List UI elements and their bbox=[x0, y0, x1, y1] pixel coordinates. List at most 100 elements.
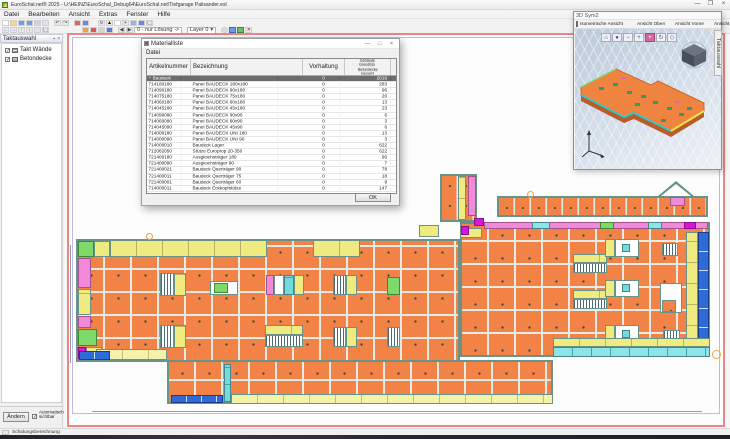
crosshair-icon[interactable]: + bbox=[122, 20, 129, 26]
filler-panel-row bbox=[231, 394, 553, 404]
edge-panel-magenta bbox=[474, 218, 484, 226]
close-button[interactable]: × bbox=[717, 0, 730, 9]
table-cell: 721400011 bbox=[147, 174, 181, 178]
stair-opening bbox=[333, 275, 346, 295]
isometric-view-button[interactable]: Isometrische Ansicht bbox=[580, 22, 623, 27]
dialog-maximize-button[interactable]: □ bbox=[374, 41, 385, 47]
table-row[interactable]: 714000011Baudeck Eckkopfstütze0147 bbox=[147, 186, 396, 192]
ok-button[interactable]: OK bbox=[355, 193, 391, 202]
edge-strip-blue bbox=[698, 232, 709, 347]
close-icon[interactable]: × bbox=[57, 36, 60, 42]
pan-down-icon[interactable]: ↓ bbox=[26, 27, 33, 33]
pan-right-icon[interactable]: → bbox=[10, 27, 17, 33]
zoom-all-icon[interactable]: ◯ bbox=[42, 27, 49, 33]
opening-panel-orange bbox=[662, 300, 676, 312]
3d-panel-title: 3D Sym2 bbox=[574, 12, 721, 20]
3d-viewport[interactable]: ⌂ ● − + + ↻ ◇ bbox=[575, 29, 721, 169]
zoom-icon[interactable]: ◯ bbox=[146, 20, 153, 26]
format-paint-blue-icon[interactable] bbox=[82, 20, 89, 26]
filler-panel-row bbox=[110, 240, 267, 257]
change-button[interactable]: Ändern bbox=[3, 412, 29, 422]
pan-left-icon[interactable]: ← bbox=[2, 27, 9, 33]
layers-icon[interactable] bbox=[138, 20, 145, 26]
dialog-close-button[interactable]: × bbox=[386, 41, 397, 47]
dialog-minimize-button[interactable]: — bbox=[362, 41, 373, 47]
menu-extras[interactable]: Extras bbox=[99, 11, 117, 18]
pin-icon[interactable]: ▪ bbox=[53, 36, 55, 42]
new-file-icon[interactable] bbox=[2, 20, 9, 26]
front-view-button[interactable]: Ansicht Vorne bbox=[675, 22, 704, 27]
table-cell: 0 bbox=[308, 107, 341, 111]
select-cursor-icon[interactable]: ▲ bbox=[106, 20, 113, 26]
rectangle-select-icon[interactable] bbox=[114, 20, 121, 26]
checkbox-takt-waende[interactable]: ✓ bbox=[5, 48, 10, 53]
auto-visible-checkbox[interactable]: ✓ bbox=[32, 414, 37, 419]
column-header-artikelnummer[interactable]: Artikelnummer bbox=[147, 59, 191, 75]
table-cell: 721400090 bbox=[147, 162, 181, 166]
axis-tripod-icon bbox=[581, 129, 607, 159]
menu-hilfe[interactable]: Hilfe bbox=[157, 11, 170, 18]
menu-bearbeiten[interactable]: Bearbeiten bbox=[28, 11, 59, 18]
materialliste-dialog: Materialliste — □ × Datei Artikelnummer … bbox=[141, 38, 400, 206]
redo-icon[interactable]: ↷ bbox=[62, 20, 69, 26]
save-all-icon[interactable] bbox=[26, 20, 33, 26]
table-cell: 714180180 bbox=[147, 83, 181, 87]
tree-item-betondecke[interactable]: ✓ Betondecke bbox=[5, 56, 61, 62]
table-cell: 7 bbox=[355, 162, 391, 166]
side-view-button[interactable]: Ansicht Seite bbox=[714, 22, 730, 27]
open-file-icon[interactable] bbox=[10, 20, 17, 26]
3d-view-buttons: Isometrische Ansicht Ansicht Oben Ansich… bbox=[574, 20, 721, 29]
format-paint-red-icon[interactable] bbox=[74, 20, 81, 26]
maximize-button[interactable]: ❐ bbox=[704, 0, 717, 9]
table-cell: Panel BAUDECK 45x180 bbox=[191, 107, 278, 111]
edge-panel-green bbox=[78, 241, 94, 257]
pan-up-icon[interactable]: ↑ bbox=[18, 27, 25, 33]
column-header-vorhaltung[interactable]: Vorhaltung bbox=[303, 59, 345, 75]
menu-fenster[interactable]: Fenster bbox=[126, 11, 148, 18]
snap-marker bbox=[146, 233, 153, 240]
table-cell: 3 bbox=[355, 137, 391, 141]
opening-panel-green bbox=[214, 283, 228, 293]
table-cell: Ausgleichsträger 180 bbox=[191, 156, 278, 160]
stair-opening bbox=[573, 299, 607, 309]
table-cell: 721400001 bbox=[147, 180, 181, 184]
zoom-window-icon[interactable] bbox=[34, 27, 41, 33]
edge-panel-pink bbox=[670, 197, 685, 206]
taktauswahl-side-tab[interactable]: Taktauswahl bbox=[714, 30, 722, 76]
edge-panel-magenta bbox=[461, 226, 469, 235]
dialog-icon bbox=[144, 41, 149, 46]
table-cell: 622 bbox=[355, 150, 391, 154]
top-view-button[interactable]: Ansicht Oben bbox=[637, 22, 665, 27]
filler-panel-row bbox=[265, 325, 303, 335]
wall-icon bbox=[12, 48, 18, 53]
column-header-gesamt[interactable]: Gebäude Grundriss Betondecke Gesamt bbox=[345, 59, 391, 75]
grid-icon[interactable] bbox=[130, 20, 137, 26]
table-cell: Panel BAUDECK 180x180 bbox=[191, 83, 278, 87]
dialog-menu-datei[interactable]: Datei bbox=[146, 50, 160, 56]
minimize-button[interactable]: — bbox=[691, 0, 704, 9]
tree-item-label: Betondecke bbox=[20, 56, 52, 62]
slab-icon bbox=[12, 57, 18, 62]
status-text: Schalungsberechnung bbox=[12, 430, 60, 435]
menu-datei[interactable]: Datei bbox=[4, 11, 19, 18]
print-icon[interactable] bbox=[34, 20, 41, 26]
refresh-icon[interactable]: ↻ bbox=[98, 20, 105, 26]
table-cell: 714090090 bbox=[147, 113, 181, 117]
edge-strip-cyan bbox=[532, 222, 550, 229]
status-icon bbox=[2, 430, 9, 435]
dialog-title: Materialliste bbox=[151, 41, 183, 47]
edge-panel-yellow bbox=[94, 241, 110, 257]
checkbox-betondecke[interactable]: ✓ bbox=[5, 57, 10, 62]
table-cell: Baudeck Eckkopfstütze bbox=[191, 186, 278, 190]
tree-item-takt-waende[interactable]: ✓ Takt Wände bbox=[5, 47, 61, 53]
print-preview-icon[interactable] bbox=[42, 20, 49, 26]
save-icon[interactable] bbox=[18, 20, 25, 26]
column-header-bezeichnung[interactable]: Bezeichnung bbox=[191, 59, 303, 75]
edge-panel-cyan bbox=[224, 364, 231, 402]
filler-panel bbox=[174, 273, 186, 296]
menu-ansicht[interactable]: Ansicht bbox=[69, 11, 90, 18]
table-cell: 0 bbox=[308, 89, 341, 93]
qty-header-gesamt: Gesamt bbox=[361, 73, 374, 75]
undo-icon[interactable]: ↶ bbox=[54, 20, 61, 26]
table-cell: 0 bbox=[308, 186, 341, 190]
